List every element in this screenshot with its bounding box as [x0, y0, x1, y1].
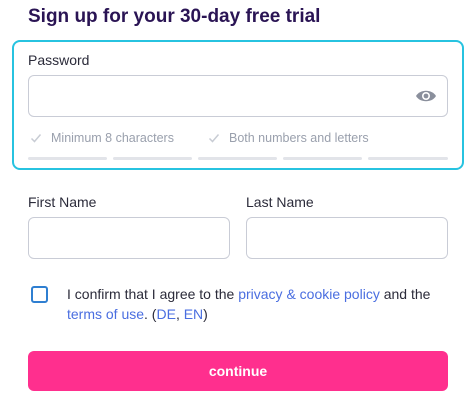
strength-segment-5 [368, 157, 448, 160]
strength-segment-2 [113, 157, 192, 160]
consent-checkbox[interactable] [31, 286, 48, 303]
consent-text-and: and the [379, 286, 431, 302]
password-input[interactable] [28, 75, 448, 117]
requirement-label: Both numbers and letters [229, 131, 369, 145]
requirement-min-length: Minimum 8 characters [30, 131, 174, 145]
strength-segment-4 [283, 157, 362, 160]
page-title: Sign up for your 30-day free trial [28, 6, 321, 27]
consent-text-comma: , [175, 306, 184, 322]
language-de-link[interactable]: DE [156, 306, 175, 322]
consent-text-before: I confirm that I agree to the [67, 286, 239, 302]
eye-icon[interactable] [415, 87, 437, 105]
strength-segment-3 [198, 157, 277, 160]
language-en-link[interactable]: EN [184, 306, 203, 322]
check-icon [30, 134, 42, 143]
consent-text-paren-open: . ( [144, 306, 157, 322]
password-label: Password [28, 52, 90, 68]
last-name-input[interactable] [246, 217, 448, 259]
consent-text: I confirm that I agree to the privacy & … [67, 284, 457, 324]
requirement-numbers-letters: Both numbers and letters [208, 131, 369, 145]
terms-of-use-link[interactable]: terms of use [67, 306, 144, 322]
first-name-input[interactable] [28, 217, 230, 259]
continue-button[interactable]: continue [28, 351, 448, 391]
consent-text-paren-close: ) [203, 306, 208, 322]
requirement-label: Minimum 8 characters [51, 131, 174, 145]
privacy-policy-link[interactable]: privacy & cookie policy [238, 286, 380, 302]
check-icon [208, 134, 220, 143]
first-name-label: First Name [28, 194, 97, 210]
last-name-label: Last Name [246, 194, 314, 210]
strength-segment-1 [28, 157, 107, 160]
